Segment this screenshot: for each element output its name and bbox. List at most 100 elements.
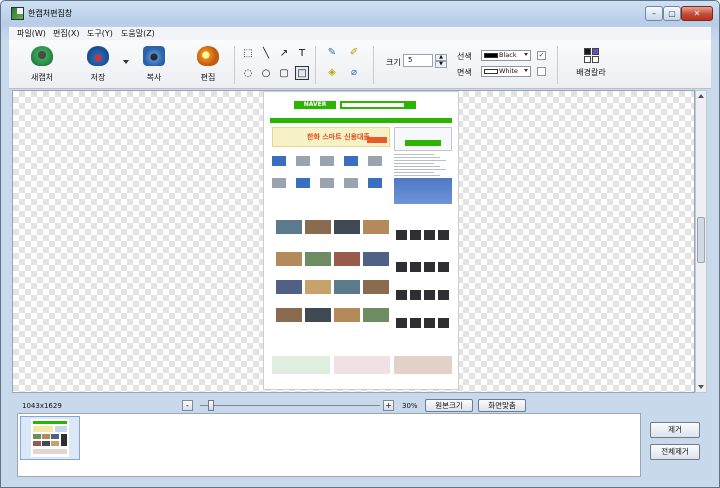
captured-service-icon (320, 156, 334, 166)
captured-service-icon (296, 156, 310, 166)
captured-service-icon (368, 156, 382, 166)
captured-product-image (396, 230, 407, 240)
copy-button[interactable]: 복사 (137, 44, 171, 86)
captured-image (363, 252, 389, 266)
remove-button[interactable]: 제거 (650, 422, 700, 438)
captured-product-image (424, 262, 435, 272)
line-icon[interactable]: ╲ (259, 46, 273, 60)
background-color-button[interactable]: 배경칼라 (569, 44, 613, 86)
captured-banner-text: 한화 스마트 신용대출 (307, 133, 370, 141)
remove-all-button[interactable]: 전체제거 (650, 444, 700, 460)
face-color-name: White (499, 67, 518, 75)
minimize-button[interactable]: – (645, 6, 663, 21)
background-color-label: 배경칼라 (576, 68, 606, 77)
save-button[interactable]: 저장 (81, 44, 115, 86)
size-up-icon[interactable]: ▲ (435, 54, 447, 61)
palette-cell (583, 48, 591, 55)
scroll-down-icon[interactable] (698, 385, 704, 389)
rounded-rect-icon[interactable]: ▢ (277, 66, 291, 80)
captured-image (305, 252, 331, 266)
thumbnail-block (61, 434, 67, 446)
captured-product-image (410, 290, 421, 300)
captured-image (334, 220, 360, 234)
captured-product-image (438, 290, 449, 300)
rect-select-icon[interactable]: ⬚ (241, 46, 255, 60)
zoom-out-button[interactable]: - (182, 400, 193, 411)
captured-screenshot[interactable]: NAVER 한화 스마트 신용대출 (264, 92, 458, 389)
size-input[interactable]: 5 (403, 54, 433, 67)
line-color-checkbox[interactable]: ✓ (537, 51, 546, 60)
menu-tools[interactable]: 도구(Y) (87, 28, 113, 39)
captured-image (305, 220, 331, 234)
capture-thumbnail[interactable] (20, 416, 80, 460)
pencil-icon[interactable]: ✎ (325, 46, 339, 60)
toolbar-separator (373, 46, 374, 84)
maximize-button[interactable]: ▢ (663, 6, 681, 21)
menu-bar: 파일(W) 편집(X) 도구(Y) 도움말(Z) (9, 27, 711, 40)
text-icon[interactable]: T (295, 46, 309, 60)
menu-edit[interactable]: 편집(X) (53, 28, 79, 39)
rectangle-icon[interactable]: □ (295, 66, 309, 80)
original-size-button[interactable]: 원본크기 (425, 399, 473, 412)
captured-image (276, 220, 302, 234)
save-dropdown-icon[interactable] (123, 60, 129, 64)
zoom-percent: 30% (402, 402, 418, 410)
captured-image (276, 252, 302, 266)
ellipse-select-icon[interactable]: ◌ (241, 66, 255, 80)
captured-footer-ad (394, 356, 452, 374)
captured-image (334, 280, 360, 294)
captured-image (305, 308, 331, 322)
captured-service-icon (320, 178, 334, 188)
marker-icon[interactable]: ✐ (347, 46, 361, 60)
captured-product-image (438, 318, 449, 328)
captured-text-line (394, 172, 434, 173)
thumbnail-strip[interactable] (17, 413, 641, 477)
new-capture-button[interactable]: 새캡처 (25, 44, 59, 86)
captured-product-image (438, 262, 449, 272)
face-color-select[interactable]: White (481, 66, 531, 77)
captured-text-line (394, 175, 440, 176)
captured-text-line (394, 154, 434, 155)
arrow-icon[interactable]: ↗ (277, 46, 291, 60)
capture-editor-window: 한캡처편집창 – ▢ ✕ 파일(W) 편집(X) 도구(Y) 도움말(Z) 새캡… (0, 0, 720, 488)
edit-button[interactable]: 편집 (191, 44, 225, 86)
size-down-icon[interactable]: ▼ (435, 61, 447, 68)
fit-screen-button[interactable]: 화면맞춤 (478, 399, 526, 412)
thumbnail-block (55, 426, 67, 432)
captured-service-icon (344, 156, 358, 166)
captured-image (334, 252, 360, 266)
save-label: 저장 (90, 73, 106, 82)
menu-help[interactable]: 도움말(Z) (121, 28, 155, 39)
captured-text-line (394, 157, 440, 158)
menu-file[interactable]: 파일(W) (17, 28, 46, 39)
naver-logo: NAVER (294, 101, 336, 109)
zoom-slider[interactable] (200, 400, 380, 411)
captured-text-line (394, 160, 446, 161)
captured-product-image (424, 290, 435, 300)
thumbnail-block (33, 421, 67, 424)
title-bar: 한캡처편집창 – ▢ ✕ (1, 1, 719, 26)
line-color-select[interactable]: Black (481, 50, 531, 61)
captured-image (363, 308, 389, 322)
vertical-scrollbar[interactable] (695, 90, 707, 393)
captured-footer-ad (334, 356, 390, 374)
zoom-thumb[interactable] (208, 400, 214, 411)
copy-label: 복사 (146, 73, 162, 82)
eraser-icon[interactable]: ⌀ (347, 66, 361, 80)
captured-image (276, 280, 302, 294)
scroll-up-icon[interactable] (698, 94, 704, 98)
captured-product-image (396, 262, 407, 272)
face-color-checkbox[interactable] (537, 67, 546, 76)
zoom-in-button[interactable]: + (383, 400, 394, 411)
captured-text-line (394, 166, 440, 167)
circle-icon[interactable]: ○ (259, 66, 273, 80)
captured-image (305, 280, 331, 294)
fill-bucket-icon[interactable]: ◈ (325, 66, 339, 80)
captured-login-button (405, 140, 441, 146)
thumbnail-block (33, 426, 53, 432)
palette-cell (583, 56, 591, 63)
thumbnail-block (33, 434, 41, 439)
toolbar-separator (557, 46, 558, 84)
close-button[interactable]: ✕ (681, 6, 713, 21)
scroll-thumb[interactable] (697, 217, 705, 263)
